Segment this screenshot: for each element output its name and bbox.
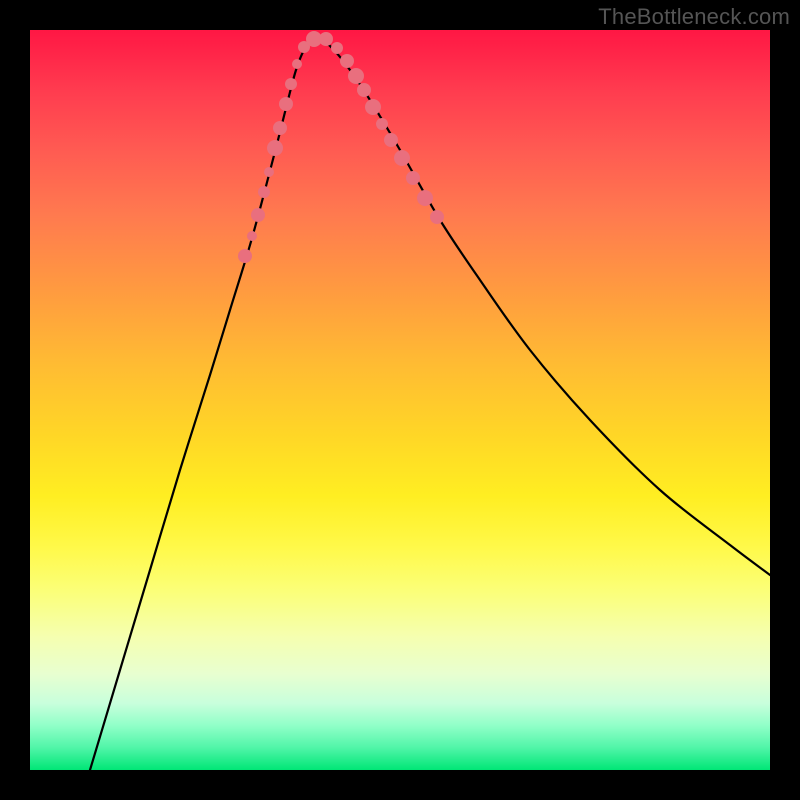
curve-marker <box>251 208 265 222</box>
curve-marker <box>319 32 333 46</box>
curve-marker <box>365 99 381 115</box>
curve-marker <box>430 210 444 224</box>
marker-group <box>238 31 444 263</box>
curve-marker <box>417 190 433 206</box>
watermark-text: TheBottleneck.com <box>598 4 790 30</box>
curve-marker <box>357 83 371 97</box>
curve-marker <box>273 121 287 135</box>
curve-marker <box>394 150 410 166</box>
curve-marker <box>340 54 354 68</box>
bottleneck-curve <box>90 39 770 770</box>
curve-marker <box>331 42 343 54</box>
curve-marker <box>279 97 293 111</box>
curve-marker <box>264 167 274 177</box>
curve-marker <box>285 78 297 90</box>
plot-area <box>30 30 770 770</box>
curve-marker <box>267 140 283 156</box>
curve-marker <box>348 68 364 84</box>
curve-marker <box>376 118 388 130</box>
curve-marker <box>384 133 398 147</box>
chart-frame: TheBottleneck.com <box>0 0 800 800</box>
curve-marker <box>258 186 270 198</box>
curve-marker <box>238 249 252 263</box>
curve-marker <box>292 59 302 69</box>
curve-marker <box>406 171 420 185</box>
curve-svg <box>30 30 770 770</box>
curve-marker <box>247 231 257 241</box>
